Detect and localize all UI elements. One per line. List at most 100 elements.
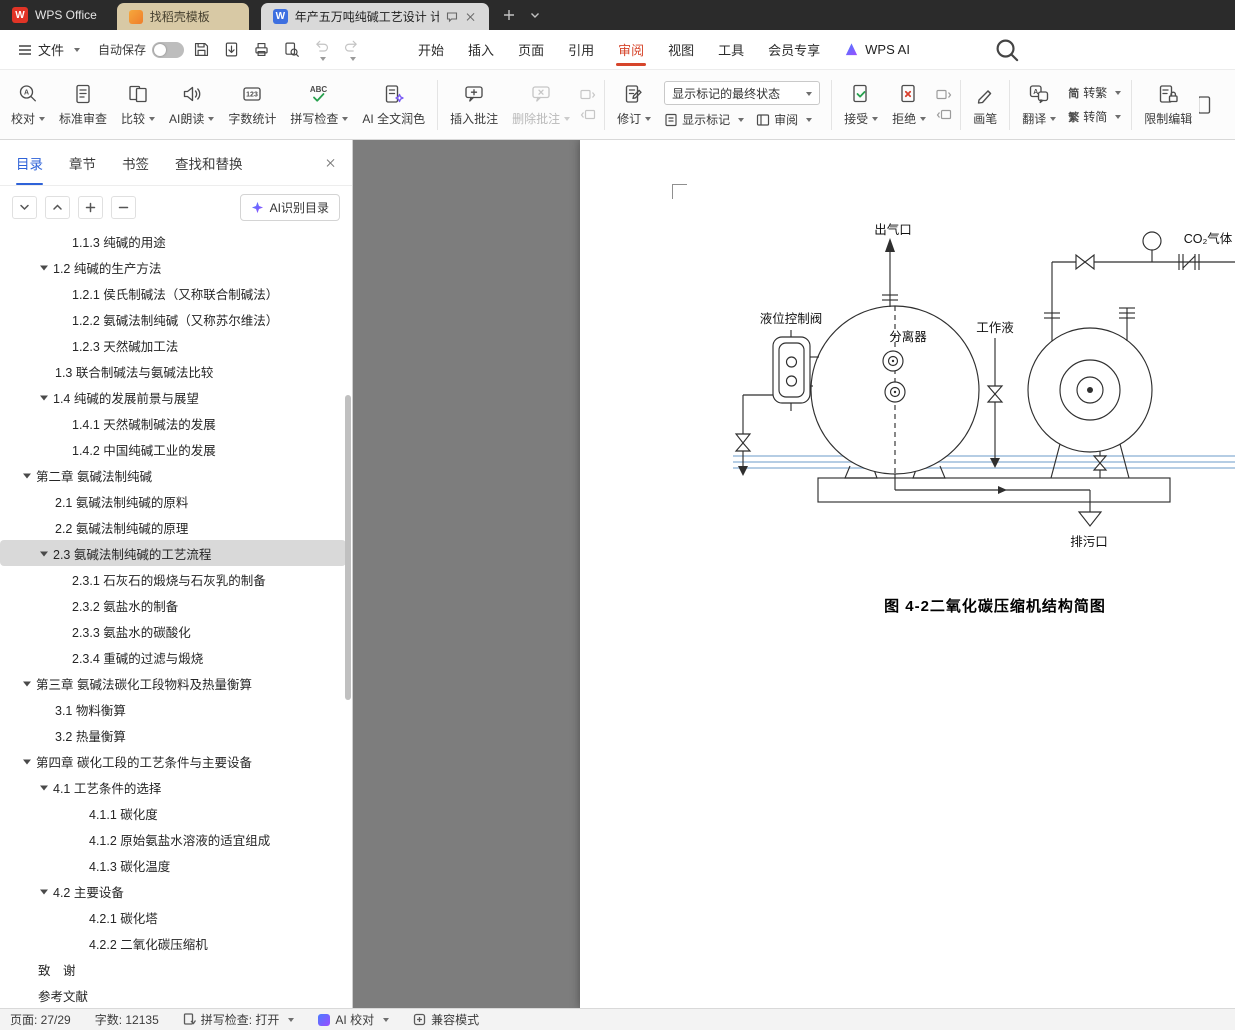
new-tab-icon[interactable]	[503, 9, 515, 21]
expand-triangle-icon[interactable]	[23, 473, 31, 482]
previous-revision-button[interactable]	[936, 89, 952, 101]
outline-item[interactable]: 2.3.2 氨盐水的制备	[0, 592, 352, 618]
show-markup-button[interactable]: 显示标记	[664, 111, 745, 128]
reject-button[interactable]: 拒绝	[885, 74, 933, 136]
expand-triangle-icon[interactable]	[23, 759, 31, 768]
expand-triangle-icon[interactable]	[40, 551, 48, 560]
sidebar-tab-目录[interactable]: 目录	[16, 140, 43, 185]
close-tab-icon[interactable]	[465, 11, 477, 23]
tab-list-chevron-icon[interactable]	[529, 9, 541, 21]
proofread-button[interactable]: A 校对	[4, 74, 52, 136]
outline-item[interactable]: 4.2.2 二氧化碳压缩机	[0, 930, 352, 956]
markup-state-select[interactable]: 显示标记的最终状态	[664, 81, 821, 105]
traditional-to-simplified-button[interactable]: 繁 转简	[1068, 108, 1122, 125]
translate-button[interactable]: A 翻译	[1015, 74, 1063, 136]
outline-item[interactable]: 2.2 氨碱法制纯碱的原理	[0, 514, 352, 540]
standard-review-button[interactable]: 标准审查	[52, 74, 114, 136]
outline-item[interactable]: 4.1.3 碳化温度	[0, 852, 352, 878]
autosave-toggle[interactable]	[152, 41, 185, 58]
outline-item[interactable]: 2.3.3 氨盐水的碳酸化	[0, 618, 352, 644]
outline-item[interactable]: 1.4.1 天然碱制碱法的发展	[0, 410, 352, 436]
menu-会员专享[interactable]: 会员专享	[756, 30, 832, 69]
outline-item[interactable]: 1.2 纯碱的生产方法	[0, 254, 352, 280]
menu-引用[interactable]: 引用	[556, 30, 606, 69]
outline-item[interactable]: 2.3.4 重碱的过滤与煅烧	[0, 644, 352, 670]
sidebar-tab-书签[interactable]: 书签	[122, 140, 149, 185]
outline-item[interactable]: 1.2.2 氨碱法制纯碱（又称苏尔维法）	[0, 306, 352, 332]
outline-item[interactable]: 1.3 联合制碱法与氨碱法比较	[0, 358, 352, 384]
outline-item[interactable]: 致 谢	[0, 956, 352, 982]
next-revision-button[interactable]	[936, 109, 952, 121]
outline-item[interactable]: 1.4 纯碱的发展前景与展望	[0, 384, 352, 410]
ai-proofread-status[interactable]: AI 校对	[318, 1011, 390, 1028]
file-menu-button[interactable]: 文件	[10, 36, 88, 63]
wps-office-brand[interactable]: W WPS Office	[0, 0, 113, 30]
expand-triangle-icon[interactable]	[23, 681, 31, 690]
outline-item[interactable]: 2.3 氨碱法制纯碱的工艺流程	[0, 540, 346, 566]
restrict-edit-button[interactable]: 限制编辑	[1137, 74, 1199, 136]
outline-item[interactable]: 1.2.1 侯氏制碱法（又称联合制碱法）	[0, 280, 352, 306]
outline-item[interactable]: 第四章 碳化工段的工艺条件与主要设备	[0, 748, 352, 774]
previous-comment-button[interactable]	[580, 89, 596, 101]
delete-comment-button[interactable]: 删除批注	[505, 74, 577, 136]
ai-read-button[interactable]: AI朗读	[162, 74, 221, 136]
outline-item[interactable]: 第二章 氨碱法制纯碱	[0, 462, 352, 488]
wps-ai-menu[interactable]: WPS AI	[832, 42, 922, 57]
compare-button[interactable]: 比较	[114, 74, 162, 136]
menu-工具[interactable]: 工具	[706, 30, 756, 69]
output-button[interactable]	[218, 37, 244, 63]
outline-item[interactable]: 参考文献	[0, 982, 352, 1008]
accept-button[interactable]: 接受	[837, 74, 885, 136]
draw-pen-button[interactable]: 画笔	[966, 74, 1004, 136]
spell-check-status[interactable]: 拼写检查: 打开	[183, 1011, 295, 1028]
outline-item-label: 4.1.3 碳化温度	[89, 859, 171, 874]
outline-item[interactable]: 1.1.3 纯碱的用途	[0, 228, 352, 254]
outline-item[interactable]: 1.4.2 中国纯碱工业的发展	[0, 436, 352, 462]
sidebar-tab-查找和替换[interactable]: 查找和替换	[175, 140, 243, 185]
outline-item[interactable]: 3.2 热量衡算	[0, 722, 352, 748]
compatibility-mode-indicator[interactable]: 兼容模式	[413, 1011, 479, 1028]
menu-开始[interactable]: 开始	[406, 30, 456, 69]
tab-document[interactable]: W 年产五万吨纯碱工艺设计 计算	[260, 3, 489, 30]
tab-template-store[interactable]: 找稻壳模板	[116, 3, 249, 30]
track-changes-button[interactable]: 修订	[610, 74, 658, 136]
outline-item[interactable]: 4.1.1 碳化度	[0, 800, 352, 826]
word-count-button[interactable]: 123 字数统计	[221, 74, 283, 136]
close-pane-icon[interactable]	[324, 157, 336, 169]
menu-审阅[interactable]: 审阅	[606, 30, 656, 69]
outline-item[interactable]: 4.1.2 原始氨盐水溶液的适宜组成	[0, 826, 352, 852]
simplified-to-traditional-button[interactable]: 简 转繁	[1068, 84, 1122, 101]
outline-item[interactable]: 4.2 主要设备	[0, 878, 352, 904]
review-pane-button[interactable]: 审阅	[756, 111, 813, 128]
expand-triangle-icon[interactable]	[40, 395, 48, 404]
document-page[interactable]: 出气口 CO₂气体 液位控制阀 分离器 工作液 排污口 图 4-2二氧化碳压缩机…	[580, 140, 1235, 1008]
save-button[interactable]	[188, 37, 214, 63]
ai-polish-button[interactable]: AI 全文润色	[355, 74, 432, 136]
search-button[interactable]	[994, 37, 1020, 63]
outline-item[interactable]: 1.2.3 天然碱加工法	[0, 332, 352, 358]
print-preview-button[interactable]	[278, 37, 304, 63]
sidebar-scrollbar-thumb[interactable]	[345, 395, 351, 700]
sidebar-tab-章节[interactable]: 章节	[69, 140, 96, 185]
word-count-indicator[interactable]: 字数: 12135	[95, 1011, 159, 1028]
outline-item[interactable]: 4.1 工艺条件的选择	[0, 774, 352, 800]
redo-button[interactable]	[338, 37, 364, 63]
outline-item[interactable]: 2.1 氨碱法制纯碱的原料	[0, 488, 352, 514]
insert-comment-button[interactable]: 插入批注	[443, 74, 505, 136]
menu-页面[interactable]: 页面	[506, 30, 556, 69]
expand-triangle-icon[interactable]	[40, 265, 48, 274]
menu-视图[interactable]: 视图	[656, 30, 706, 69]
next-comment-button[interactable]	[580, 109, 596, 121]
expand-triangle-icon[interactable]	[40, 785, 48, 794]
outline-item[interactable]: 3.1 物料衡算	[0, 696, 352, 722]
expand-triangle-icon[interactable]	[40, 889, 48, 898]
spell-check-button[interactable]: ABC 拼写检查	[283, 74, 355, 136]
outline-item[interactable]: 第三章 氨碱法碳化工段物料及热量衡算	[0, 670, 352, 696]
clipped-ribbon-button[interactable]	[1199, 74, 1213, 136]
sidebar-scrollbar[interactable]	[344, 228, 352, 1008]
outline-item[interactable]: 4.2.1 碳化塔	[0, 904, 352, 930]
outline-item[interactable]: 2.3.1 石灰石的煅烧与石灰乳的制备	[0, 566, 352, 592]
print-button[interactable]	[248, 37, 274, 63]
undo-button[interactable]	[308, 37, 334, 63]
menu-插入[interactable]: 插入	[456, 30, 506, 69]
